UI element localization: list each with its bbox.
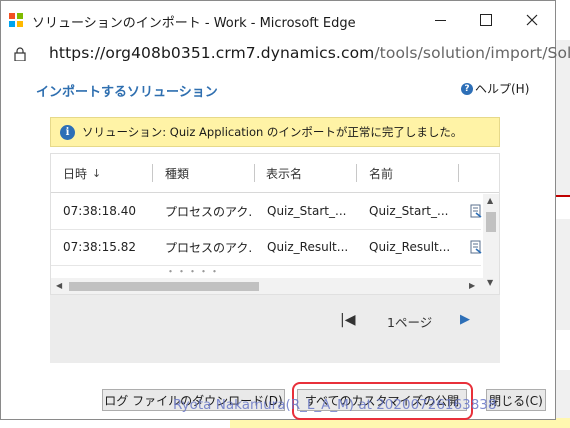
column-resize-handle[interactable] — [356, 164, 357, 182]
edge-popup-window: ソリューションのインポート - Work - Microsoft Edge ht… — [0, 0, 570, 420]
next-page-icon[interactable]: ▶ — [460, 312, 470, 327]
column-header-type[interactable]: 種類 — [165, 154, 189, 192]
column-resize-handle[interactable] — [254, 164, 255, 182]
column-label-type: 種類 — [165, 166, 190, 181]
pager: |◀ 1ページ ▶ — [50, 301, 500, 341]
scroll-left-icon[interactable]: ◀ — [56, 281, 62, 290]
table-row-partial: ・・・・・ — [51, 265, 481, 279]
horizontal-scrollbar[interactable]: ◀ ▶ — [51, 278, 483, 294]
lock-icon — [14, 47, 26, 61]
column-label-name: 名前 — [369, 166, 394, 181]
column-label-display-name: 表示名 — [266, 166, 303, 181]
close-icon — [526, 14, 538, 26]
vertical-scroll-thumb[interactable] — [486, 212, 496, 232]
column-resize-handle[interactable] — [458, 164, 459, 182]
minimize-icon — [434, 19, 446, 21]
background-app-strip — [555, 195, 570, 219]
table-row[interactable]: 07:38:15.82 プロセスのアク... Quiz_Result... Qu… — [51, 229, 482, 266]
cell-type: プロセスのアク... — [165, 204, 253, 219]
background-app-panel — [555, 330, 570, 370]
cell-time: 07:38:15.82 — [63, 240, 136, 254]
column-header-display-name[interactable]: 表示名 — [266, 154, 302, 192]
vertical-scrollbar[interactable]: ▲ ▼ — [483, 194, 499, 294]
help-label: ヘルプ(H) — [475, 82, 530, 96]
table-row[interactable]: 07:38:18.40 プロセスのアク... Quiz_Start_... Qu… — [51, 193, 482, 230]
details-document-icon[interactable] — [470, 204, 482, 218]
page-title: インポートするソリューション — [36, 85, 218, 100]
window-title: ソリューションのインポート - Work - Microsoft Edge — [32, 16, 356, 31]
info-icon: i — [60, 124, 75, 140]
url-text[interactable]: https://org408b0351.crm7.dynamics.com/to… — [49, 44, 570, 62]
scroll-up-icon[interactable]: ▲ — [487, 196, 493, 205]
first-page-icon[interactable]: |◀ — [340, 312, 355, 328]
help-icon: ? — [461, 82, 473, 95]
cell-display-name: Quiz_Result... — [267, 240, 349, 254]
grid-header: 日時 ↓ 種類 表示名 名前 — [51, 154, 499, 193]
cell-name: Quiz_Result... — [369, 240, 451, 254]
scroll-right-icon[interactable]: ▶ — [469, 281, 475, 290]
scroll-down-icon[interactable]: ▼ — [487, 278, 493, 287]
close-window-button[interactable] — [509, 1, 555, 39]
results-panel: 日時 ↓ 種類 表示名 名前 07:38:18.40 プロセスのアク... Qu… — [50, 153, 500, 363]
column-header-datetime[interactable]: 日時 ↓ — [63, 154, 101, 192]
cell-display-name: Quiz_Start_... — [267, 204, 347, 218]
sort-descending-icon: ↓ — [92, 166, 102, 180]
dialog-content: インポートするソリューション ? ヘルプ(H) i ソリューション: Quiz … — [1, 71, 555, 420]
notification-text: ソリューション: Quiz Application のインポートが正常に完了しま… — [82, 125, 463, 139]
import-log-grid: 日時 ↓ 種類 表示名 名前 07:38:18.40 プロセスのアク... Qu… — [50, 153, 500, 295]
success-notification: i ソリューション: Quiz Application のインポートが正常に完了… — [50, 117, 500, 147]
column-header-name[interactable]: 名前 — [369, 154, 393, 192]
maximize-button[interactable] — [463, 1, 509, 39]
title-bar: ソリューションのインポート - Work - Microsoft Edge — [1, 1, 555, 39]
cell-name: Quiz_Start_... — [369, 204, 449, 218]
column-resize-handle[interactable] — [152, 164, 153, 182]
maximize-icon — [480, 14, 492, 26]
microsoft-logo-icon — [9, 13, 23, 27]
cell-type: プロセスのアク... — [165, 240, 253, 255]
url-path: /tools/solution/import/Sol... — [374, 44, 570, 62]
cell-time: 07:38:18.40 — [63, 204, 136, 218]
details-document-icon[interactable] — [470, 240, 482, 254]
address-bar[interactable]: https://org408b0351.crm7.dynamics.com/to… — [1, 39, 570, 71]
column-label-datetime: 日時 — [63, 166, 88, 181]
horizontal-scroll-thumb[interactable] — [69, 282, 259, 291]
page-indicator: 1ページ — [387, 315, 433, 330]
cell-type-partial: ・・・・・ — [165, 265, 220, 278]
url-host: https://org408b0351.crm7.dynamics.com — [49, 44, 375, 62]
minimize-button[interactable] — [417, 1, 463, 39]
watermark: Ryota Nakamura(R_L_A_M) at 2020072616383… — [173, 397, 497, 413]
help-link[interactable]: ? ヘルプ(H) — [461, 80, 529, 97]
